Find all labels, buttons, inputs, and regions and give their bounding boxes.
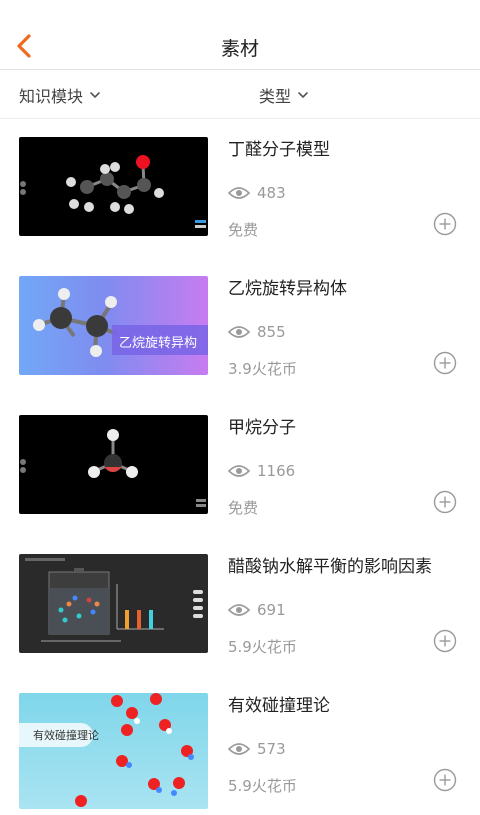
collision-theory-thumbnail: 有效碰撞理论: [19, 693, 208, 809]
add-icon[interactable]: [433, 629, 457, 653]
view-count-value: 855: [257, 323, 286, 341]
item-title: 甲烷分子: [228, 418, 296, 438]
view-count: 573: [228, 740, 286, 758]
list-item[interactable]: 甲烷分子 1166 免费: [0, 398, 480, 537]
item-price: 3.9火花币: [228, 360, 297, 378]
eye-icon: [228, 187, 250, 199]
view-count: 855: [228, 323, 286, 341]
filter-type[interactable]: 类型: [259, 83, 309, 107]
add-icon[interactable]: [433, 212, 457, 236]
filter-knowledge-module[interactable]: 知识模块: [19, 83, 101, 107]
eye-icon: [228, 604, 250, 616]
hydrolysis-simulation-thumbnail: [19, 554, 208, 653]
view-count-value: 573: [257, 740, 286, 758]
filter-bar: 知识模块 类型: [0, 71, 480, 119]
item-title: 有效碰撞理论: [228, 696, 330, 716]
page-title: 素材: [220, 38, 259, 60]
view-count: 1166: [228, 462, 295, 480]
butanal-molecule-thumbnail: [19, 137, 208, 236]
thumbnail-caption: 有效碰撞理论: [33, 729, 99, 742]
list-item[interactable]: 有效碰撞理论 有效碰撞理论 573 5.9火花币: [0, 676, 480, 815]
top-bar: 素材: [0, 0, 480, 70]
eye-icon: [228, 743, 250, 755]
thumbnail-caption: 乙烷旋转异构: [119, 336, 198, 351]
view-count: 483: [228, 184, 286, 202]
view-count-value: 483: [257, 184, 286, 202]
methane-molecule-thumbnail: [19, 415, 208, 514]
item-price: 5.9火花币: [228, 638, 297, 656]
item-title: 丁醛分子模型: [228, 140, 330, 160]
view-count: 691: [228, 601, 286, 619]
list-item[interactable]: 丁醛分子模型 483 免费: [0, 120, 480, 259]
item-price: 免费: [228, 499, 259, 517]
add-icon[interactable]: [433, 768, 457, 792]
ethane-conformer-thumbnail: 乙烷旋转异构: [19, 276, 208, 375]
chevron-down-icon: [90, 92, 100, 99]
item-price: 免费: [228, 221, 259, 239]
list-item[interactable]: 醋酸钠水解平衡的影响因素 691 5.9火花币: [0, 537, 480, 676]
list-item[interactable]: 乙烷旋转异构 乙烷旋转异构体 855 3.9火花币: [0, 259, 480, 398]
eye-icon: [228, 465, 250, 477]
add-icon[interactable]: [433, 351, 457, 375]
filter-label: 知识模块: [19, 87, 84, 106]
eye-icon: [228, 326, 250, 338]
item-title: 乙烷旋转异构体: [228, 279, 347, 299]
add-icon[interactable]: [433, 490, 457, 514]
filter-label: 类型: [259, 87, 292, 106]
view-count-value: 691: [257, 601, 286, 619]
item-title: 醋酸钠水解平衡的影响因素: [228, 557, 432, 577]
chevron-down-icon: [298, 92, 308, 99]
view-count-value: 1166: [257, 462, 296, 480]
item-price: 5.9火花币: [228, 777, 297, 795]
